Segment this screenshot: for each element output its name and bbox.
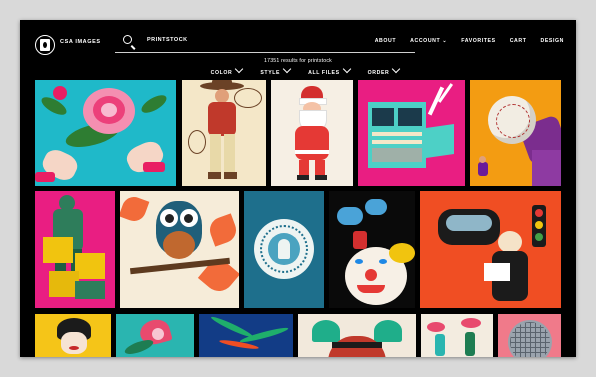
- vintage-computer-illustration[interactable]: [358, 80, 465, 186]
- owl-on-branch-illustration[interactable]: [120, 191, 239, 308]
- ornamental-medallion-illustration[interactable]: [244, 191, 324, 308]
- brand-name[interactable]: CSA IMAGES: [60, 39, 101, 45]
- santa-claus-illustration[interactable]: [271, 80, 353, 186]
- filter-order[interactable]: ORDER: [368, 64, 401, 76]
- search-icon[interactable]: [123, 35, 132, 44]
- worker-carrying-boxes-illustration[interactable]: [35, 191, 115, 308]
- chevron-down-icon: [342, 64, 351, 74]
- geisha-portrait-illustration[interactable]: [35, 314, 111, 357]
- filter-bar: COLOR STYLE ALL FILES ORDER: [20, 64, 576, 76]
- csa-logo-icon[interactable]: [35, 35, 55, 55]
- results-count: 17351 results for printstock: [264, 58, 332, 64]
- nav-account[interactable]: ACCOUNT ⌄: [410, 38, 447, 44]
- chevron-down-icon: [392, 64, 401, 74]
- filter-color[interactable]: COLOR: [211, 64, 244, 76]
- rose-bouquet-illustration[interactable]: [35, 80, 176, 186]
- nav-favorites[interactable]: FAVORITES: [461, 38, 495, 44]
- hand-holding-baseball-illustration[interactable]: [470, 80, 561, 186]
- filter-all-files[interactable]: ALL FILES: [308, 64, 351, 76]
- pink-lily-flower-illustration[interactable]: [116, 314, 194, 357]
- gardening-couple-illustration[interactable]: [421, 314, 493, 357]
- disco-ball-illustration[interactable]: [498, 314, 561, 357]
- cowboy-with-lasso-illustration[interactable]: [182, 80, 266, 186]
- palm-leaves-illustration[interactable]: [199, 314, 293, 357]
- circus-clown-and-elephants-illustration[interactable]: [329, 191, 415, 308]
- search-bar[interactable]: [115, 31, 415, 53]
- chevron-down-icon: [235, 64, 244, 74]
- search-input[interactable]: [147, 37, 347, 43]
- filter-style[interactable]: STYLE: [260, 64, 292, 76]
- chevron-down-icon: [282, 64, 292, 74]
- main-nav: ABOUT ACCOUNT ⌄ FAVORITES CART DESIGN: [375, 38, 564, 44]
- hands-holding-bowl-illustration[interactable]: [298, 314, 416, 357]
- reader-with-traffic-light-illustration[interactable]: [420, 191, 561, 308]
- nav-design[interactable]: DESIGN: [541, 38, 565, 44]
- browser-window: CSA IMAGES ABOUT ACCOUNT ⌄ FAVORITES CAR…: [20, 20, 576, 357]
- nav-cart[interactable]: CART: [510, 38, 527, 44]
- nav-about[interactable]: ABOUT: [375, 38, 396, 44]
